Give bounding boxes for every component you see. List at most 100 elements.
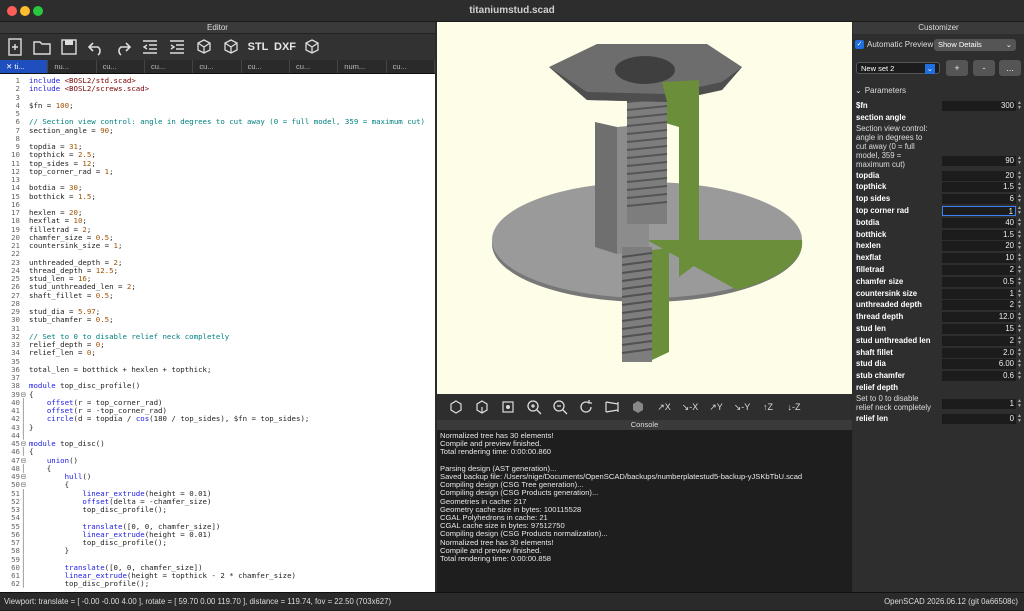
spinner-icon[interactable]: ▲ ▼ bbox=[1017, 347, 1022, 358]
code-text[interactable]: include <BOSL2/std.scad> include <BOSL2/s… bbox=[29, 76, 425, 589]
parameters-section[interactable]: ⌄ Parameters bbox=[855, 86, 906, 95]
indent-button[interactable] bbox=[166, 36, 188, 58]
parameter-value-field[interactable]: 2 bbox=[942, 335, 1016, 346]
parameter-value-field[interactable]: 0.6 bbox=[942, 371, 1016, 382]
details-select[interactable]: Show Details ⌄ bbox=[934, 39, 1016, 51]
view-front-button[interactable]: ↘-Y bbox=[729, 397, 755, 417]
add-preset-button[interactable]: + bbox=[946, 60, 968, 76]
editor-tab[interactable]: ✕ ti... bbox=[0, 60, 49, 73]
view-all-button[interactable] bbox=[495, 397, 521, 417]
code-line[interactable]: include <BOSL2/screws.scad> bbox=[29, 85, 425, 93]
remove-preset-button[interactable]: - bbox=[973, 60, 995, 76]
spinner-icon[interactable]: ▲ ▼ bbox=[1017, 300, 1022, 310]
spinner-icon[interactable]: ▲ ▼ bbox=[1017, 276, 1022, 287]
send-to-print-button[interactable] bbox=[301, 36, 323, 58]
parameter-value-field[interactable]: 1 bbox=[942, 206, 1016, 216]
new-file-button[interactable] bbox=[4, 36, 26, 58]
spinner-icon[interactable]: ▲ ▼ bbox=[1017, 253, 1022, 263]
code-line[interactable]: } bbox=[29, 546, 425, 555]
open-file-button[interactable] bbox=[31, 36, 53, 58]
code-line[interactable]: module top_disc_profile() bbox=[29, 381, 425, 390]
save-button[interactable] bbox=[58, 36, 80, 58]
auto-preview-checkbox[interactable]: ✓ bbox=[855, 40, 864, 49]
view-bottom-button[interactable]: ↓-Z bbox=[781, 397, 807, 417]
editor-tab[interactable]: num... bbox=[338, 60, 387, 73]
code-line[interactable]: top_disc_profile(); bbox=[29, 505, 425, 514]
code-line[interactable] bbox=[29, 94, 425, 102]
code-line[interactable]: } bbox=[29, 423, 425, 432]
code-line[interactable]: top_disc_profile(); bbox=[29, 579, 425, 588]
view-back-button[interactable]: ↗Y bbox=[703, 397, 729, 417]
code-line[interactable]: botthick = 1.5; bbox=[29, 192, 425, 201]
parameter-value-field[interactable]: 15 bbox=[942, 324, 1016, 334]
parameter-value-field[interactable]: 12.0 bbox=[942, 312, 1016, 323]
editor-tab[interactable]: nu... bbox=[48, 60, 97, 73]
code-line[interactable]: union() bbox=[29, 456, 425, 465]
code-line[interactable] bbox=[29, 176, 425, 184]
undo-button[interactable] bbox=[85, 36, 107, 58]
parameter-value-field[interactable]: 2 bbox=[942, 265, 1016, 275]
parameter-value-field[interactable]: 1.5 bbox=[942, 229, 1016, 240]
spinner-icon[interactable]: ▲ ▼ bbox=[1017, 312, 1022, 322]
code-editor[interactable]: 1 2 3 4 5 6 7 8 9 10 11 12 13 14 15 16 17 18 19 20 21 22 23 24 2… bbox=[0, 75, 435, 592]
code-line[interactable]: section_angle = 90; bbox=[29, 126, 425, 135]
view-top-button[interactable]: ↑Z bbox=[755, 397, 781, 417]
editor-tab[interactable]: cu... bbox=[290, 60, 339, 73]
spinner-icon[interactable]: ▲ ▼ bbox=[1017, 101, 1022, 111]
parameter-value-field[interactable]: 40 bbox=[942, 217, 1016, 228]
code-line[interactable]: circle(d = topdia / cos(180 / top_sides)… bbox=[29, 414, 425, 423]
spinner-icon[interactable]: ▲ ▼ bbox=[1017, 371, 1022, 381]
spinner-icon[interactable]: ▲ ▼ bbox=[1017, 324, 1022, 334]
editor-tab[interactable]: cu... bbox=[145, 60, 194, 73]
editor-tab[interactable]: cu... bbox=[193, 60, 242, 73]
code-line[interactable]: top_corner_rad = 1; bbox=[29, 167, 425, 176]
render-button[interactable] bbox=[220, 36, 242, 58]
code-line[interactable] bbox=[29, 135, 425, 143]
export-dxf-button[interactable]: DXF bbox=[274, 36, 296, 58]
code-line[interactable]: total_len = botthick + hexlen + topthick… bbox=[29, 365, 425, 374]
spinner-icon[interactable]: ▲ ▼ bbox=[1017, 194, 1022, 204]
3d-viewport[interactable] bbox=[437, 22, 852, 394]
preset-select[interactable]: New set 2 ⌄ bbox=[856, 62, 940, 74]
spinner-icon[interactable]: ▲ ▼ bbox=[1017, 206, 1022, 216]
parameter-value-field[interactable]: 1 bbox=[942, 398, 1016, 409]
code-line[interactable]: module top_disc() bbox=[29, 439, 425, 448]
code-line[interactable]: stub_chamfer = 0.5; bbox=[29, 315, 425, 324]
orthogonal-button[interactable] bbox=[625, 397, 651, 417]
view-right-button[interactable]: ↗X bbox=[651, 397, 677, 417]
parameter-value-field[interactable]: 0 bbox=[942, 413, 1016, 424]
zoom-out-button[interactable] bbox=[547, 397, 573, 417]
preview-button[interactable] bbox=[193, 36, 215, 58]
code-line[interactable]: shaft_fillet = 0.5; bbox=[29, 291, 425, 300]
parameter-value-field[interactable]: 0.5 bbox=[942, 276, 1016, 287]
preview-view-button[interactable] bbox=[443, 397, 469, 417]
parameter-value-field[interactable]: 2.0 bbox=[942, 347, 1016, 358]
spinner-icon[interactable]: ▲ ▼ bbox=[1017, 265, 1022, 275]
console-output[interactable]: Normalized tree has 30 elements! Compile … bbox=[437, 430, 852, 592]
code-line[interactable]: { bbox=[29, 447, 425, 456]
code-line[interactable]: top_disc_profile(); bbox=[29, 538, 425, 547]
parameter-value-field[interactable]: 1 bbox=[942, 288, 1016, 299]
parameter-value-field[interactable]: 6.00 bbox=[942, 359, 1016, 370]
parameter-value-field[interactable]: 20 bbox=[942, 241, 1016, 252]
spinner-icon[interactable]: ▲ ▼ bbox=[1017, 229, 1022, 240]
parameter-value-field[interactable]: 20 bbox=[942, 170, 1016, 181]
code-line[interactable]: $fn = 100; bbox=[29, 101, 425, 110]
spinner-icon[interactable]: ▲ ▼ bbox=[1017, 170, 1022, 181]
spinner-icon[interactable]: ▲ ▼ bbox=[1017, 398, 1022, 409]
spinner-icon[interactable]: ▲ ▼ bbox=[1017, 241, 1022, 251]
code-line[interactable]: countersink_size = 1; bbox=[29, 241, 425, 250]
zoom-in-button[interactable] bbox=[521, 397, 547, 417]
code-line[interactable] bbox=[29, 201, 425, 209]
spinner-icon[interactable]: ▲ ▼ bbox=[1017, 182, 1022, 192]
render-view-button[interactable] bbox=[469, 397, 495, 417]
perspective-button[interactable] bbox=[599, 397, 625, 417]
editor-tab[interactable]: cu... bbox=[242, 60, 290, 73]
editor-tab[interactable]: cu... bbox=[97, 60, 145, 73]
unindent-button[interactable] bbox=[139, 36, 161, 58]
spinner-icon[interactable]: ▲ ▼ bbox=[1017, 288, 1022, 299]
parameter-value-field[interactable]: 90 bbox=[942, 155, 1016, 166]
parameter-value-field[interactable]: 2 bbox=[942, 300, 1016, 311]
export-stl-button[interactable]: STL bbox=[247, 36, 269, 58]
spinner-icon[interactable]: ▲ ▼ bbox=[1017, 335, 1022, 346]
